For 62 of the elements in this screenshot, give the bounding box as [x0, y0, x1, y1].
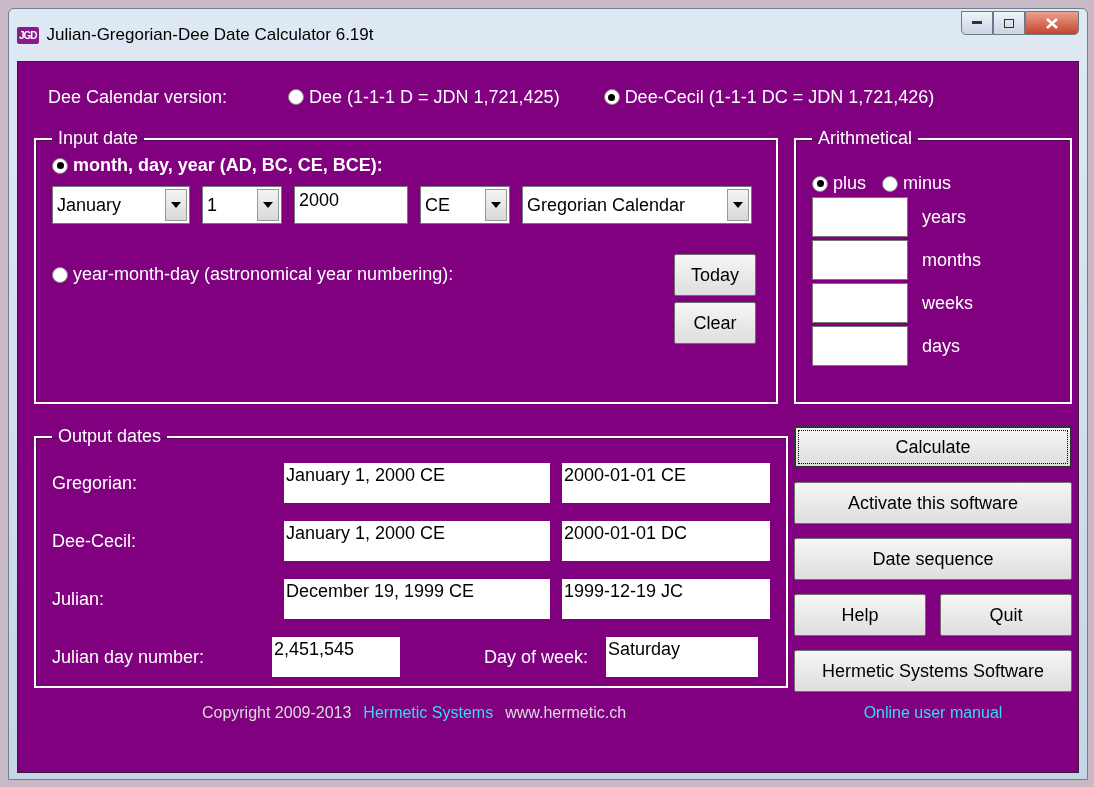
action-button[interactable]: Date sequence: [794, 538, 1072, 580]
company-link[interactable]: Hermetic Systems: [363, 704, 494, 722]
action-button[interactable]: Calculate: [794, 426, 1072, 468]
dropdown[interactable]: January: [52, 186, 190, 224]
action-button[interactable]: Clear: [673, 302, 756, 344]
output-field: 2000-01-01 DC: [562, 521, 770, 561]
dropdown[interactable]: Gregorian Calendar: [522, 186, 752, 224]
maximize-button[interactable]: [993, 11, 1025, 35]
input-field[interactable]: [812, 326, 908, 366]
output-field: Saturday: [606, 637, 758, 677]
dropdown[interactable]: CE: [420, 186, 510, 224]
copyright-text: Copyright 2009-2013: [201, 704, 352, 722]
app-icon: JGD: [17, 26, 39, 44]
year-field[interactable]: 2000: [294, 186, 408, 224]
output-field: January 1, 2000 CE: [284, 521, 550, 561]
radio-button[interactable]: [52, 157, 68, 174]
radio-label[interactable]: Dee-Cecil (1-1-1 DC = JDN 1,721,426): [624, 86, 935, 108]
input-field[interactable]: [812, 197, 908, 237]
input-field[interactable]: [812, 240, 908, 280]
group-title: Output dates: [57, 426, 163, 447]
output-field: January 1, 2000 CE: [284, 463, 550, 503]
close-icon: [1046, 17, 1058, 29]
field-label: Dee Calendar version:: [48, 86, 229, 108]
group-title: Input date: [57, 128, 140, 149]
radio-label[interactable]: month, day, year (AD, BC, CE, BCE):: [73, 155, 383, 176]
website-text: www.hermetic.ch: [505, 704, 627, 722]
output-field: 2000-01-01 CE: [562, 463, 770, 503]
action-button[interactable]: Activate this software: [794, 482, 1072, 524]
field-label: Day of week:: [482, 646, 589, 668]
field-label: Julian day number:: [52, 646, 206, 668]
action-button[interactable]: Hermetic Systems Software: [794, 650, 1072, 692]
manual-link[interactable]: Online user manual: [863, 704, 1003, 721]
output-field: December 19, 1999 CE: [284, 579, 550, 619]
radio-label[interactable]: plus: [833, 173, 867, 194]
maximize-icon: [1004, 18, 1014, 28]
radio-button[interactable]: [52, 266, 68, 283]
field-label: days: [922, 335, 961, 357]
radio-label[interactable]: Dee (1-1-1 D = JDN 1,721,425): [309, 86, 560, 108]
field-label: Julian:: [52, 588, 106, 610]
radio-button[interactable]: [603, 89, 620, 105]
group-title: Arithmetical: [817, 128, 914, 149]
radio-button[interactable]: [812, 175, 828, 192]
radio-button[interactable]: [882, 175, 899, 192]
output-field: 1999-12-19 JC: [562, 579, 770, 619]
action-button[interactable]: Quit: [940, 594, 1072, 636]
minimize-icon: [972, 21, 982, 25]
field-label: weeks: [922, 292, 974, 314]
radio-button[interactable]: [288, 89, 304, 105]
field-label: months: [922, 249, 982, 271]
action-button[interactable]: Today: [673, 254, 756, 296]
action-button[interactable]: Help: [794, 594, 926, 636]
radio-label[interactable]: minus: [903, 173, 952, 194]
window-title: Julian-Gregorian-Dee Date Calculator 6.19t: [46, 25, 375, 45]
field-label: years: [922, 206, 966, 228]
field-label: Gregorian:: [52, 472, 139, 494]
input-field[interactable]: [812, 283, 908, 323]
radio-label[interactable]: year-month-day (astronomical year numbering):: [73, 264, 454, 285]
minimize-button[interactable]: [961, 11, 993, 35]
output-field: 2,451,545: [272, 637, 400, 677]
close-button[interactable]: [1025, 11, 1079, 35]
dropdown[interactable]: 1: [202, 186, 282, 224]
field-label: Dee-Cecil:: [52, 530, 138, 552]
